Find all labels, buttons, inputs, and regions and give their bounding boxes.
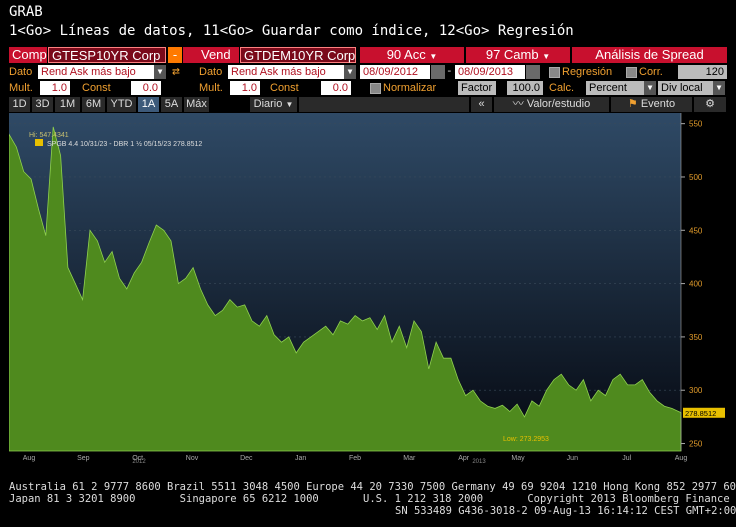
x-tick-label: Sep xyxy=(77,455,90,462)
mult-label-1: Mult. xyxy=(9,82,33,94)
y-tick-label: 550 xyxy=(689,120,703,129)
dato-select-1[interactable]: Rend Ask más bajo xyxy=(38,65,154,79)
mult-label-2: Mult. xyxy=(199,82,223,94)
normalize-label: Normalizar xyxy=(383,82,437,94)
const-input-1[interactable]: 0.0 xyxy=(131,81,161,95)
toolbar-spacer xyxy=(299,97,470,112)
chart-panel: 250 300 350 400 450 500 550 Aug Sep Oct Nov Dec Jan F… xyxy=(8,113,727,465)
camb-menu-button[interactable]: 97 Camb ▼ xyxy=(466,47,570,63)
vend-label: Vend xyxy=(183,47,239,63)
collapse-button[interactable]: « xyxy=(471,97,493,112)
footer-session-info: SN 533489 G436-3018-2 09-Aug-13 16:14:12… xyxy=(395,505,736,517)
const-input-2[interactable]: 0.0 xyxy=(321,81,351,95)
legend-label: SPGB 4.4 10/31/23 - DBR 1 ½ 05/15/23 278… xyxy=(47,140,202,148)
tab-period[interactable]: 5A xyxy=(161,97,183,112)
event-label: Evento xyxy=(640,98,676,110)
y-tick-label: 450 xyxy=(689,226,703,235)
y-tick-label: 350 xyxy=(689,333,703,342)
tab-period[interactable]: 6M xyxy=(82,97,106,112)
spread-chart[interactable]: 250300350400450500550Aug Sep Oct Nov Dec Jan F… xyxy=(8,113,727,465)
study-button[interactable]: 〰 Valor/estudio xyxy=(494,97,610,112)
chart-flag-icon: ⚑ xyxy=(627,98,638,110)
y-tick-label: 500 xyxy=(689,173,703,182)
tab-period[interactable]: Máx xyxy=(184,97,210,112)
const-label-2: Const xyxy=(270,82,299,94)
factor-input[interactable]: 100.0 xyxy=(507,81,543,95)
x-tick-label: Feb xyxy=(349,455,361,462)
normalize-checkbox[interactable] xyxy=(370,83,381,94)
vend-ticker-input[interactable]: GTDEM10YR Corp xyxy=(240,47,356,63)
camb-label: 97 Camb xyxy=(485,47,539,62)
year-label: 2012 xyxy=(132,459,146,463)
chevron-down-icon: ▼ xyxy=(285,100,294,109)
dato-select-2[interactable]: Rend Ask más bajo xyxy=(228,65,344,79)
event-button[interactable]: ⚑ Evento xyxy=(611,97,693,112)
x-tick-label: Aug xyxy=(675,455,688,462)
calendar-icon[interactable] xyxy=(526,65,540,79)
tab-period[interactable]: YTD xyxy=(107,97,137,112)
study-label: Valor/estudio xyxy=(526,98,591,110)
comp-label: Comp xyxy=(9,47,47,63)
regression-checkbox[interactable] xyxy=(549,67,560,78)
mult-input-2[interactable]: 1.0 xyxy=(230,81,260,95)
chart-line-icon: 〰 xyxy=(512,98,524,110)
x-tick-label: Mar xyxy=(403,455,416,462)
footer-contacts-1: Australia 61 2 9777 8600 Brazil 5511 304… xyxy=(9,481,736,493)
chevron-down-icon[interactable]: ▼ xyxy=(644,81,656,95)
x-tick-label: Jan xyxy=(295,455,306,462)
tab-period[interactable]: 1M xyxy=(55,97,81,112)
spread-analysis-button[interactable]: Análisis de Spread xyxy=(572,47,727,63)
x-tick-label: Aug xyxy=(23,455,36,462)
footer-contacts-2: Japan 81 3 3201 8900 Singapore 65 6212 1… xyxy=(9,493,736,505)
period-select[interactable]: Diario ▼ xyxy=(250,97,298,112)
screen-title: GRAB xyxy=(9,4,43,20)
low-label: Low: 273.2953 xyxy=(503,436,549,443)
period-label: Diario xyxy=(253,98,283,110)
corr-period-input[interactable]: 120 xyxy=(678,65,727,79)
acc-menu-button[interactable]: 90 Acc ▼ xyxy=(360,47,464,63)
acc-label: 90 Acc xyxy=(386,47,426,62)
y-tick-label: 300 xyxy=(689,386,703,395)
chevron-down-icon: ▼ xyxy=(542,52,551,61)
comp-ticker-input[interactable]: GTESP10YR Corp xyxy=(48,47,166,63)
calc-label: Calc. xyxy=(549,82,575,94)
start-date-input[interactable]: 08/09/2012 xyxy=(360,65,430,79)
x-tick-label: Nov xyxy=(186,455,199,462)
chevron-down-icon[interactable]: ▼ xyxy=(344,65,356,79)
chevron-down-icon: ▼ xyxy=(429,52,438,61)
calendar-icon[interactable] xyxy=(431,65,445,79)
dato-label-2: Dato xyxy=(199,66,223,78)
chevron-down-icon[interactable]: ▼ xyxy=(713,81,725,95)
factor-label: Factor xyxy=(458,81,496,95)
mult-input-1[interactable]: 1.0 xyxy=(40,81,70,95)
end-date-input[interactable]: 08/09/2013 xyxy=(455,65,525,79)
x-tick-label: Dec xyxy=(240,455,253,462)
gear-icon[interactable]: ⚙ xyxy=(694,97,727,112)
date-separator: - xyxy=(446,64,453,77)
minus-operator[interactable]: - xyxy=(168,47,182,63)
tab-period[interactable]: 1A xyxy=(138,97,160,112)
currency-select[interactable]: Div local xyxy=(658,81,713,95)
legend-swatch xyxy=(35,139,43,146)
high-label: Hi: 547.4341 xyxy=(29,132,69,139)
corr-label: Corr. xyxy=(639,66,663,78)
command-hints: 1<Go> Líneas de datos, 11<Go> Guardar co… xyxy=(9,23,574,39)
tab-period[interactable]: 3D xyxy=(32,97,54,112)
x-tick-label: May xyxy=(511,455,525,462)
const-label-1: Const xyxy=(82,82,111,94)
dato-label-1: Dato xyxy=(9,66,33,78)
regression-label: Regresión xyxy=(562,66,613,78)
x-tick-label: Jul xyxy=(622,455,631,462)
x-tick-label: Jun xyxy=(567,455,578,462)
year-label: 2013 xyxy=(472,459,486,463)
y-tick-label: 400 xyxy=(689,280,703,289)
calc-select[interactable]: Percent xyxy=(586,81,644,95)
swap-icon[interactable]: ⇄ xyxy=(172,64,180,79)
corr-checkbox[interactable] xyxy=(626,67,637,78)
y-tick-label: 250 xyxy=(689,440,703,449)
tab-period[interactable]: 1D xyxy=(9,97,31,112)
last-value-label: 278.8512 xyxy=(685,409,716,418)
x-tick-label: Apr xyxy=(458,455,470,462)
chevron-down-icon[interactable]: ▼ xyxy=(154,65,166,79)
